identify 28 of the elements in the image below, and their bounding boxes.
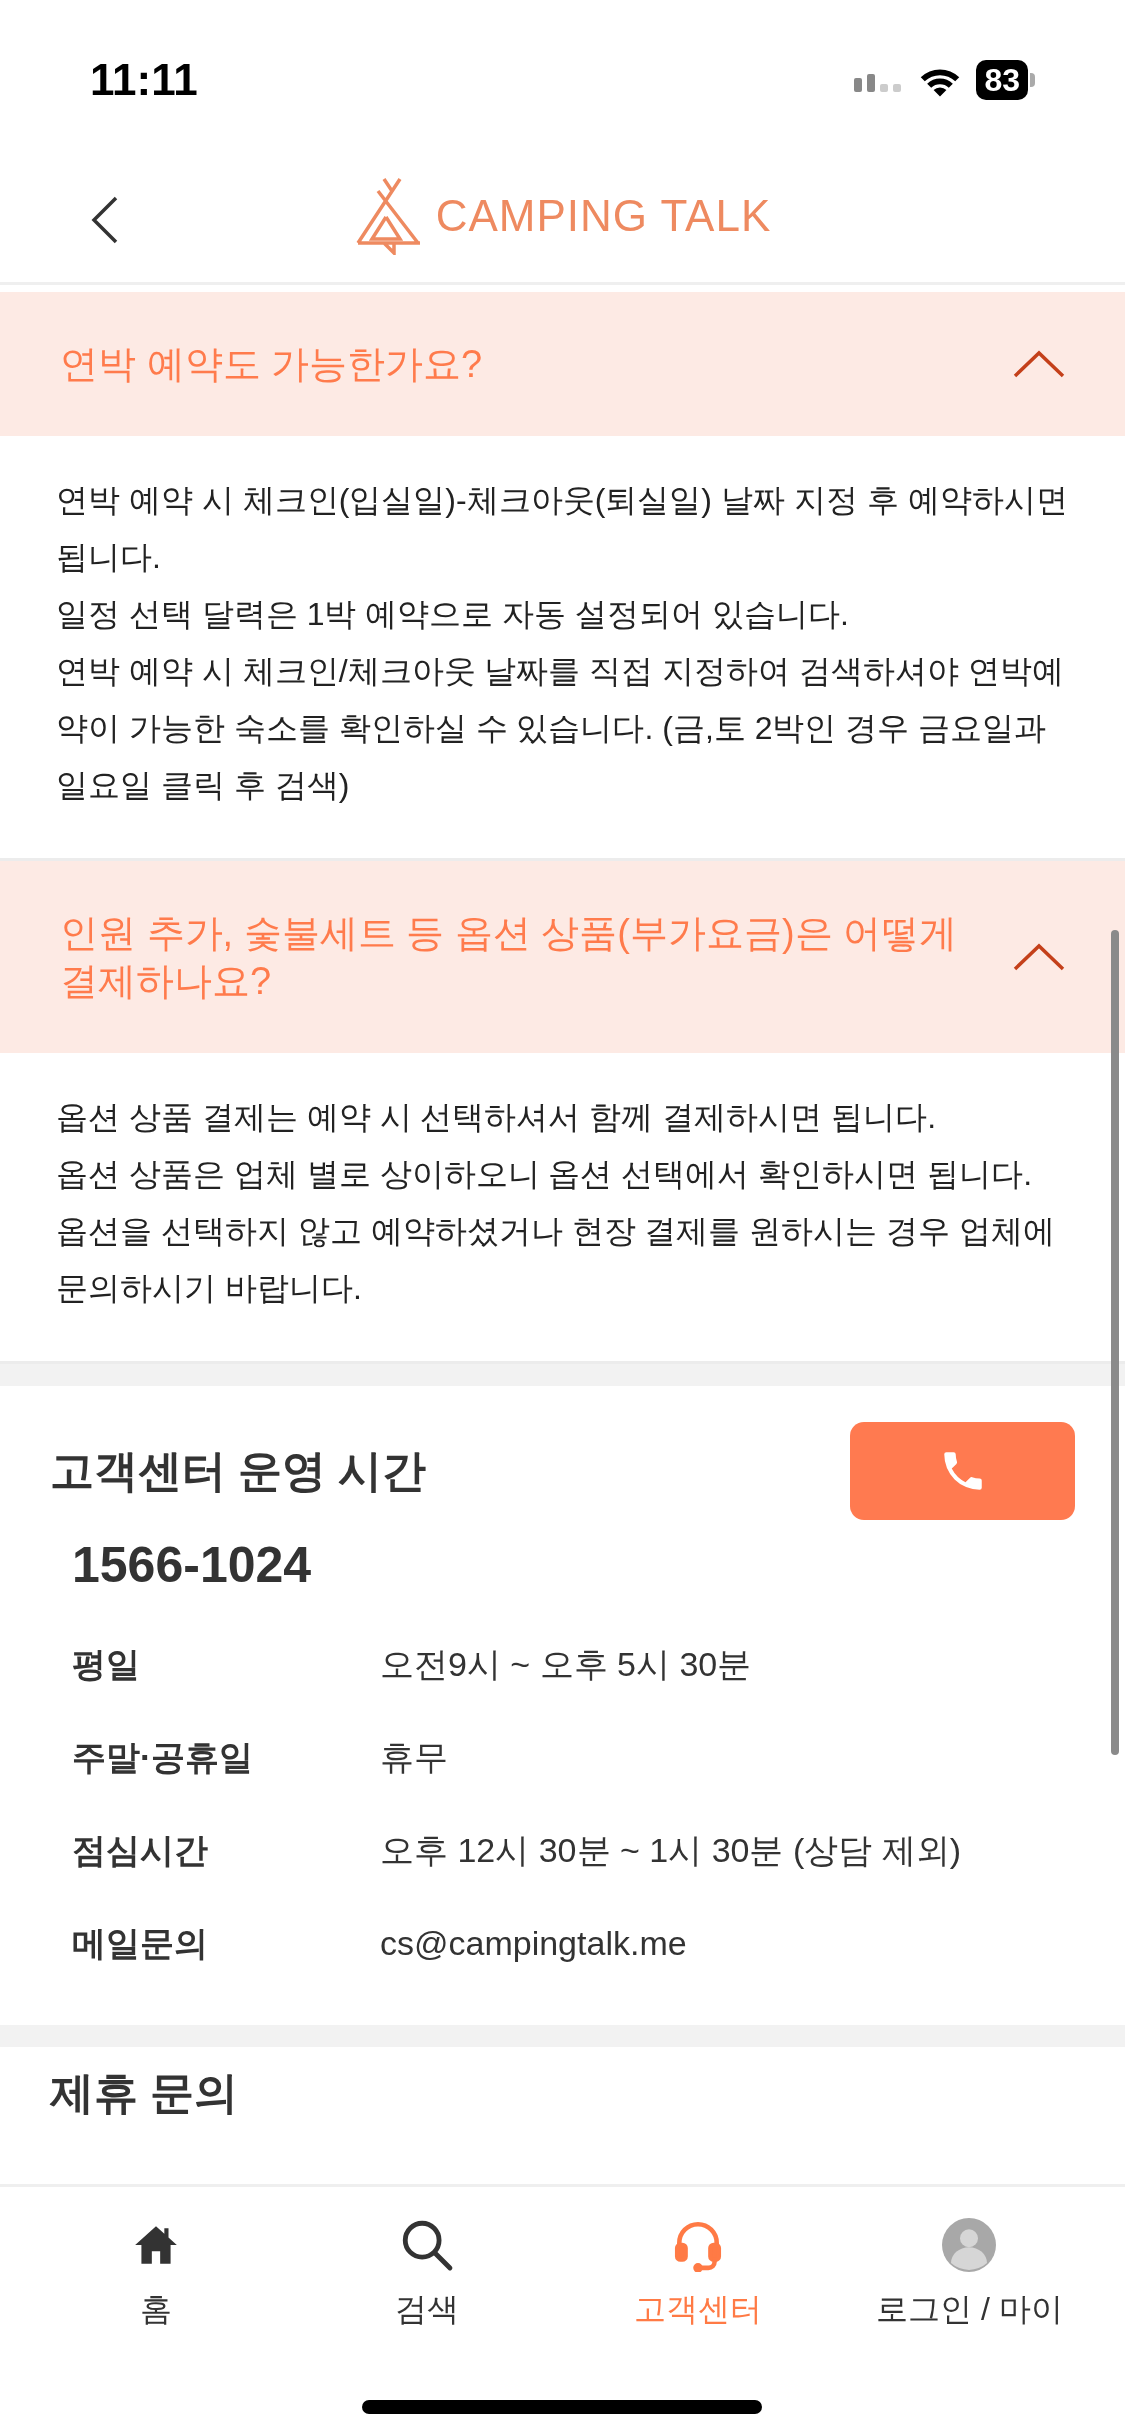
- info-value: cs@campingtalk.me: [380, 1923, 687, 1964]
- info-value: 오전9시 ~ 오후 5시 30분: [380, 1644, 752, 1685]
- answer-text: 옵션을 선택하지 않고 예약하셨거나 현장 결제를 원하시는 경우 업체에 문의하시기 바랍니다.: [56, 1212, 1057, 1308]
- info-label: 주말·공휴일: [72, 1737, 255, 1778]
- answer-text: 옵션 상품 결제는 예약 시 선택하셔서 함께 결제하시면 됩니다.: [56, 1098, 937, 1137]
- info-label: 메일문의: [72, 1923, 209, 1964]
- answer-text: 일정 선택 달력은 1박 예약으로 자동 설정되어 있습니다.: [56, 595, 850, 634]
- tab-item[interactable]: 로그인 / 마이: [833, 2215, 1105, 2333]
- answer-text: 옵션 상품은 업체 별로 상이하오니 옵션 선택에서 확인하시면 됩니다.: [56, 1155, 1033, 1194]
- section-title: 고객센터 운영 시간: [50, 1445, 427, 1497]
- battery-indicator: 83: [976, 60, 1035, 100]
- tab-item[interactable]: 홈: [20, 2215, 292, 2333]
- chevron-up-icon: [1013, 350, 1065, 378]
- logo-text: CAMPING TALK: [435, 190, 772, 242]
- call-button[interactable]: [850, 1422, 1075, 1520]
- answer-text: 연박 예약 시 체크인/체크아웃 날짜를 직접 지정하여 검색하셔야 연박예약이 가능한 숙소를 확인하실 수 있습니다. (금,토 2박인 경우 금요일과 일요일 클릭 후 검색): [56, 652, 1065, 805]
- tab-item[interactable]: 검색: [291, 2215, 563, 2333]
- answer-text: 연박 예약 시 체크인(입실일)-체크아웃(퇴실일) 날짜 지정 후 예약하시면 됩니다.: [56, 481, 1069, 577]
- info-label: 평일: [72, 1644, 141, 1685]
- info-label: 점심시간: [72, 1830, 209, 1871]
- back-icon: [90, 195, 120, 245]
- avatar-icon: [942, 2218, 997, 2272]
- chevron-up-icon: [1013, 943, 1065, 971]
- info-value: 휴무: [380, 1737, 448, 1778]
- section-title: 제휴 문의: [50, 2068, 239, 2117]
- phone-number: 1566-1024: [72, 1536, 312, 1595]
- status-time: 11:11: [90, 54, 198, 106]
- info-value: 오후 12시 30분 ~ 1시 30분 (상담 제외): [380, 1830, 961, 1871]
